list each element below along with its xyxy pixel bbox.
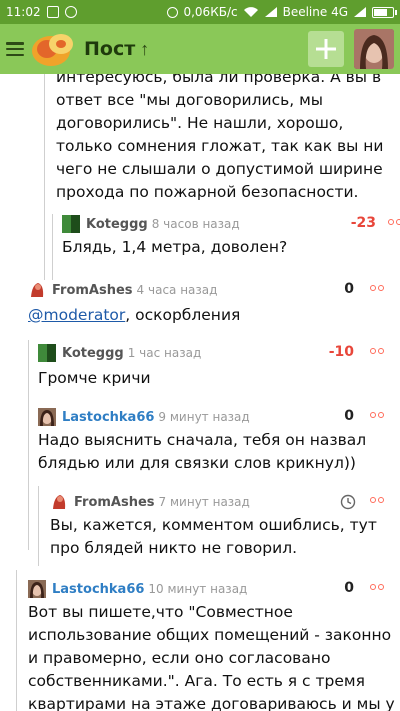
- thread-line[interactable]: [38, 486, 39, 566]
- comment-text: Надо выяснить сначала, тебя он назвал бл…: [38, 431, 367, 472]
- comment-text: Громче кричи: [38, 369, 151, 387]
- comment: Lastochka66 10 минут назад 0 Вот вы пише…: [28, 579, 400, 711]
- more-options-icon[interactable]: [370, 584, 384, 590]
- comment-author[interactable]: Koteggg: [62, 346, 124, 361]
- network-speed: 0,06КБ/с: [183, 5, 238, 19]
- comment-author[interactable]: Lastochka66: [52, 582, 144, 597]
- plus-icon: [316, 39, 336, 59]
- notification-icon: [64, 6, 77, 18]
- mention-link[interactable]: @moderator: [28, 306, 125, 324]
- author-avatar[interactable]: [38, 408, 56, 426]
- thread-line[interactable]: [16, 570, 17, 711]
- thread-line[interactable]: [44, 214, 45, 280]
- add-post-button[interactable]: [308, 31, 344, 67]
- thread-line[interactable]: [28, 400, 29, 550]
- scroll-up-icon[interactable]: ↑: [140, 39, 149, 60]
- comment-text: Блядь, 1,4 метра, доволен?: [62, 238, 288, 256]
- author-avatar[interactable]: [38, 344, 56, 362]
- author-avatar[interactable]: [28, 281, 46, 299]
- comment-rating: 0: [344, 281, 354, 297]
- comment-time[interactable]: 7 минут назад: [159, 495, 250, 509]
- author-avatar[interactable]: [28, 580, 46, 598]
- more-options-icon[interactable]: [370, 348, 384, 354]
- comment-text: Вот вы пишете,что "Совместное использова…: [28, 603, 395, 711]
- menu-icon[interactable]: [6, 42, 24, 56]
- more-options-icon[interactable]: [370, 497, 384, 503]
- comment-rating: -23: [350, 215, 376, 231]
- clock: 11:02: [6, 5, 41, 19]
- comment-time[interactable]: 4 часа назад: [137, 283, 218, 297]
- comments-feed[interactable]: интересуюсь, была ли проверка. А вы в от…: [0, 74, 400, 711]
- author-avatar[interactable]: [62, 215, 80, 233]
- comment: Koteggg 8 часов назад -23 Блядь, 1,4 мет…: [62, 214, 400, 259]
- comment: FromAshes 4 часа назад 0 @moderator, оск…: [28, 280, 400, 327]
- thread-line[interactable]: [44, 74, 45, 214]
- page-title: Пост: [84, 38, 136, 60]
- comment-author[interactable]: FromAshes: [74, 495, 155, 510]
- more-options-icon[interactable]: [370, 285, 384, 291]
- wifi-icon: [243, 7, 258, 17]
- comment-time[interactable]: 1 час назад: [128, 346, 202, 360]
- more-options-icon[interactable]: [370, 412, 384, 418]
- comment-text: , оскорбления: [125, 306, 241, 324]
- comment-author[interactable]: FromAshes: [52, 283, 133, 298]
- comment-rating: 0: [344, 408, 354, 424]
- signal-icon: [354, 7, 366, 17]
- comment-time[interactable]: 8 часов назад: [152, 217, 240, 231]
- comment-time[interactable]: 9 минут назад: [158, 410, 249, 424]
- comment-author[interactable]: Koteggg: [86, 217, 148, 232]
- author-avatar[interactable]: [50, 493, 68, 511]
- alarm-icon: [167, 6, 179, 18]
- app-bar: Пост ↑: [0, 24, 400, 74]
- comment-text: интересуюсь, была ли проверка. А вы в от…: [56, 74, 384, 201]
- comment: FromAshes 7 минут назад Вы, кажется, ком…: [50, 492, 400, 560]
- notification-icon: [46, 6, 59, 18]
- comment: Koteggg 1 час назад -10 Громче кричи: [38, 343, 400, 390]
- comment-text: Вы, кажется, комментом ошиблись, тут про…: [50, 516, 377, 557]
- thread-line[interactable]: [28, 340, 29, 400]
- clock-icon: [340, 494, 356, 510]
- more-options-icon[interactable]: [388, 219, 400, 225]
- comment-author[interactable]: Lastochka66: [62, 410, 154, 425]
- thread-line[interactable]: [52, 214, 53, 280]
- comment: Lastochka66 9 минут назад 0 Надо выяснит…: [38, 407, 400, 475]
- comment: интересуюсь, была ли проверка. А вы в от…: [56, 74, 386, 204]
- comment-time[interactable]: 10 минут назад: [148, 582, 247, 596]
- status-bar: 11:02 0,06КБ/с Beeline 4G: [0, 0, 400, 24]
- comment-rating: -10: [328, 344, 354, 360]
- comment-rating: 0: [344, 580, 354, 596]
- user-avatar[interactable]: [354, 29, 394, 69]
- signal-icon: [264, 7, 277, 17]
- battery-icon: [372, 6, 397, 18]
- app-logo[interactable]: [30, 30, 76, 68]
- carrier-name: Beeline 4G: [282, 5, 348, 19]
